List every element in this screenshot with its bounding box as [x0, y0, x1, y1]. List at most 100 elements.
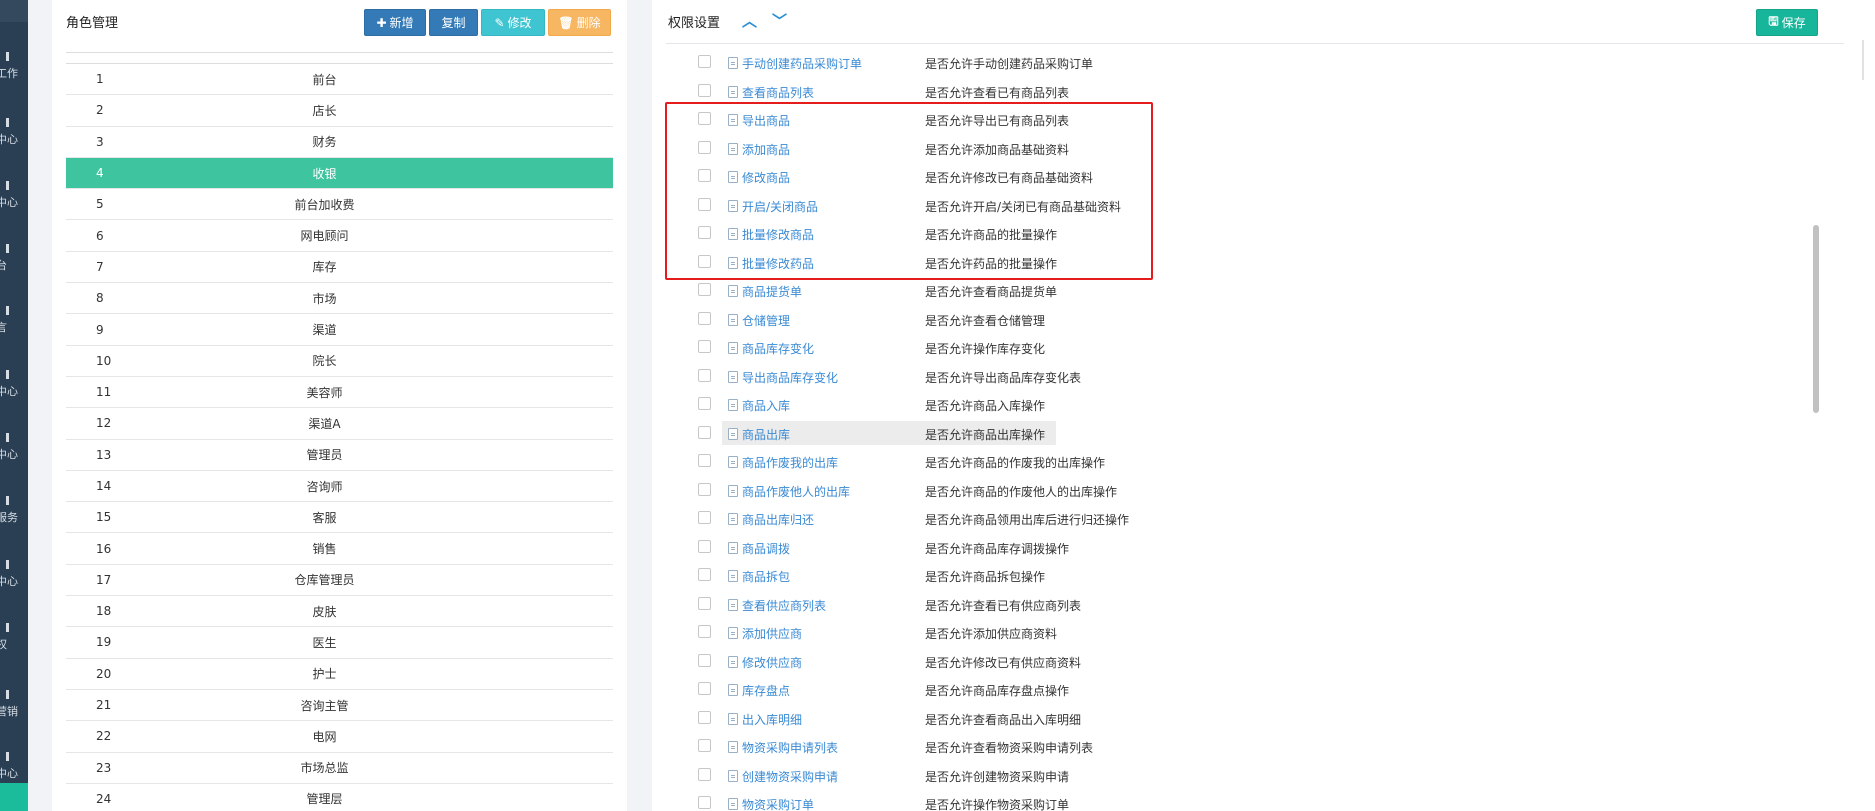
role-row[interactable]: 14 咨询师	[66, 471, 613, 503]
role-row[interactable]: 18 皮肤	[66, 596, 613, 628]
permission-name[interactable]: 手动创建药品采购订单	[742, 55, 862, 72]
permission-checkbox[interactable]	[698, 625, 711, 638]
role-row[interactable]: 15 客服	[66, 502, 613, 534]
file-icon	[728, 570, 738, 582]
permission-checkbox[interactable]	[698, 368, 711, 382]
role-row[interactable]: 19 医生	[66, 627, 613, 659]
perm-scrollbar-thumb[interactable]	[1813, 225, 1819, 413]
role-row-name: 管理员	[306, 448, 343, 463]
permission-checkbox[interactable]	[698, 425, 711, 439]
permission-name[interactable]: 查看供应商列表	[742, 597, 826, 614]
role-row[interactable]: 21 咨询主管	[66, 690, 613, 722]
permission-checkbox[interactable]	[698, 340, 711, 353]
permission-checkbox[interactable]	[698, 710, 711, 724]
permission-checkbox[interactable]	[698, 511, 711, 524]
role-row-name: 市场总监	[300, 761, 349, 776]
role-row[interactable]: 5 前台加收费	[66, 189, 613, 221]
permission-description: 是否允许查看商品出入库明细	[925, 712, 1082, 727]
role-row[interactable]: 24 管理层	[66, 784, 613, 811]
file-icon	[728, 85, 738, 98]
main-side-nav: 工作 中心 中心 台 言 中心 中心 服务 中心 权 营销 中心	[0, 0, 28, 811]
permission-checkbox[interactable]	[698, 83, 711, 97]
permission-checkbox[interactable]	[698, 482, 711, 496]
permission-name[interactable]: 创建物资采购申请	[742, 768, 838, 785]
permission-name[interactable]: 商品作废我的出库	[742, 454, 838, 471]
role-row[interactable]: 1 前台	[66, 64, 613, 96]
permission-row: 商品提货单 是否允许查看商品提货单	[692, 276, 1792, 305]
permission-name[interactable]: 物资采购订单	[742, 796, 814, 811]
copy-role-button[interactable]: 复制	[429, 9, 478, 36]
permission-description: 是否允许商品出库操作	[925, 427, 1046, 442]
nav-item-label: 中心	[0, 385, 18, 398]
permission-checkbox[interactable]	[698, 596, 711, 610]
role-row[interactable]: 12 渠道A	[66, 408, 613, 440]
role-row[interactable]: 17 仓库管理员	[66, 565, 613, 597]
page-scrollbar[interactable]	[1852, 0, 1875, 811]
role-row-name: 仓库管理员	[294, 573, 355, 588]
role-row[interactable]: 6 网电顾问	[66, 220, 613, 252]
permission-name[interactable]: 导出商品库存变化	[742, 369, 838, 386]
role-row[interactable]: 8 市场	[66, 283, 613, 315]
permission-checkbox[interactable]	[698, 454, 711, 467]
permission-name[interactable]: 添加供应商	[742, 625, 802, 642]
permission-description: 是否允许查看物资采购申请列表	[925, 741, 1094, 755]
role-row[interactable]: 20 护士	[66, 659, 613, 690]
permission-name[interactable]: 商品作废他人的出库	[742, 483, 850, 500]
permission-checkbox[interactable]	[698, 568, 711, 581]
permission-checkbox[interactable]	[698, 539, 711, 553]
role-row[interactable]: 3 财务	[66, 127, 613, 158]
permission-name[interactable]: 查看商品列表	[742, 84, 814, 101]
file-icon	[728, 427, 738, 440]
edit-role-button[interactable]: ✎ 修改	[481, 9, 545, 36]
nav-active-indicator	[0, 783, 28, 811]
role-row[interactable]: 4 收银	[66, 157, 613, 190]
role-row[interactable]: 7 库存	[66, 252, 613, 284]
delete-role-button[interactable]: 🗑 删除	[548, 9, 611, 36]
copy-role-label: 复制	[441, 16, 466, 30]
role-row[interactable]: 9 渠道	[66, 314, 613, 346]
role-row[interactable]: 23 市场总监	[66, 753, 613, 784]
role-row[interactable]: 22 电网	[66, 721, 613, 753]
permission-checkbox[interactable]	[698, 739, 711, 752]
permission-checkbox[interactable]	[698, 682, 711, 695]
file-icon	[728, 598, 738, 611]
role-row-name: 管理层	[306, 792, 343, 807]
chevron-down-icon[interactable]: ﹀	[772, 10, 787, 31]
role-row-name: 咨询主管	[300, 698, 349, 713]
permission-checkbox[interactable]	[698, 796, 711, 809]
permission-name[interactable]: 商品库存变化	[742, 340, 814, 357]
save-button[interactable]: 🖫 保存	[1756, 9, 1818, 36]
permission-name[interactable]: 仓储管理	[742, 312, 790, 329]
role-row[interactable]: 10 院长	[66, 346, 613, 377]
permission-name[interactable]: 商品提货单	[742, 283, 802, 300]
permission-name[interactable]: 商品调拨	[742, 540, 790, 557]
role-row-name: 市场	[312, 291, 337, 306]
permission-name[interactable]: 商品出库归还	[742, 511, 814, 528]
permission-name[interactable]: 商品拆包	[742, 568, 790, 585]
role-row-name: 渠道	[312, 323, 337, 338]
role-row[interactable]: 13 管理员	[66, 440, 613, 471]
permission-checkbox[interactable]	[698, 311, 711, 325]
add-role-button[interactable]: ✚ 新增	[364, 9, 426, 36]
role-row[interactable]: 2 店长	[66, 95, 613, 127]
permission-name[interactable]: 商品出库	[742, 426, 790, 443]
permission-name[interactable]: 库存盘点	[742, 682, 790, 699]
role-row[interactable]: 11 美容师	[66, 377, 613, 409]
permission-checkbox[interactable]	[698, 397, 711, 410]
file-icon	[728, 712, 738, 725]
file-icon	[728, 456, 738, 468]
permission-description: 是否允许查看已有供应商列表	[925, 598, 1082, 613]
permission-name[interactable]: 修改供应商	[742, 654, 802, 671]
role-row-number: 6	[96, 228, 104, 243]
permission-checkbox[interactable]	[698, 283, 711, 296]
chevron-up-icon[interactable]: ︿	[742, 10, 757, 31]
permission-checkbox[interactable]	[698, 767, 711, 781]
nav-item-label: 权	[0, 638, 7, 651]
permission-name[interactable]: 商品入库	[742, 397, 790, 414]
permission-name[interactable]: 出入库明细	[742, 711, 802, 728]
permission-checkbox[interactable]	[698, 653, 711, 667]
edit-icon: ✎	[494, 15, 505, 30]
permission-name[interactable]: 物资采购申请列表	[742, 739, 838, 756]
role-row[interactable]: 16 销售	[66, 533, 613, 565]
permission-checkbox[interactable]	[698, 55, 711, 68]
